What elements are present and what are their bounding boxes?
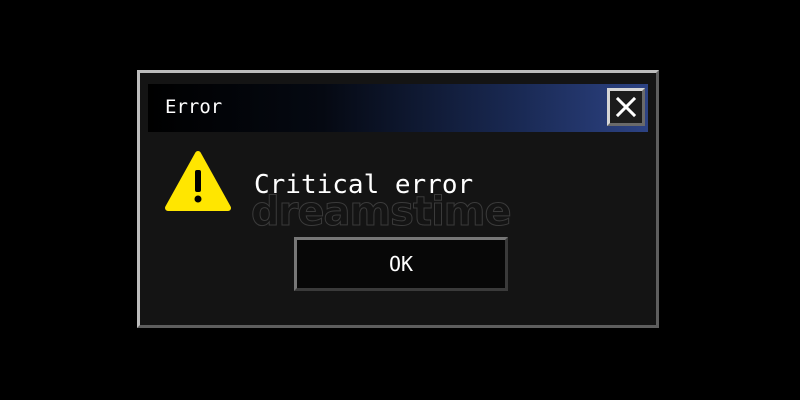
screen: Error Critical error OK dreamstime	[0, 0, 800, 400]
error-dialog: Error Critical error OK	[137, 70, 659, 328]
dialog-titlebar[interactable]: Error	[148, 84, 648, 132]
error-message: Critical error	[254, 170, 474, 200]
warning-icon	[165, 151, 231, 211]
close-icon	[615, 96, 637, 118]
dialog-title: Error	[165, 96, 223, 118]
ok-button[interactable]: OK	[294, 237, 508, 291]
close-button[interactable]	[607, 88, 645, 126]
